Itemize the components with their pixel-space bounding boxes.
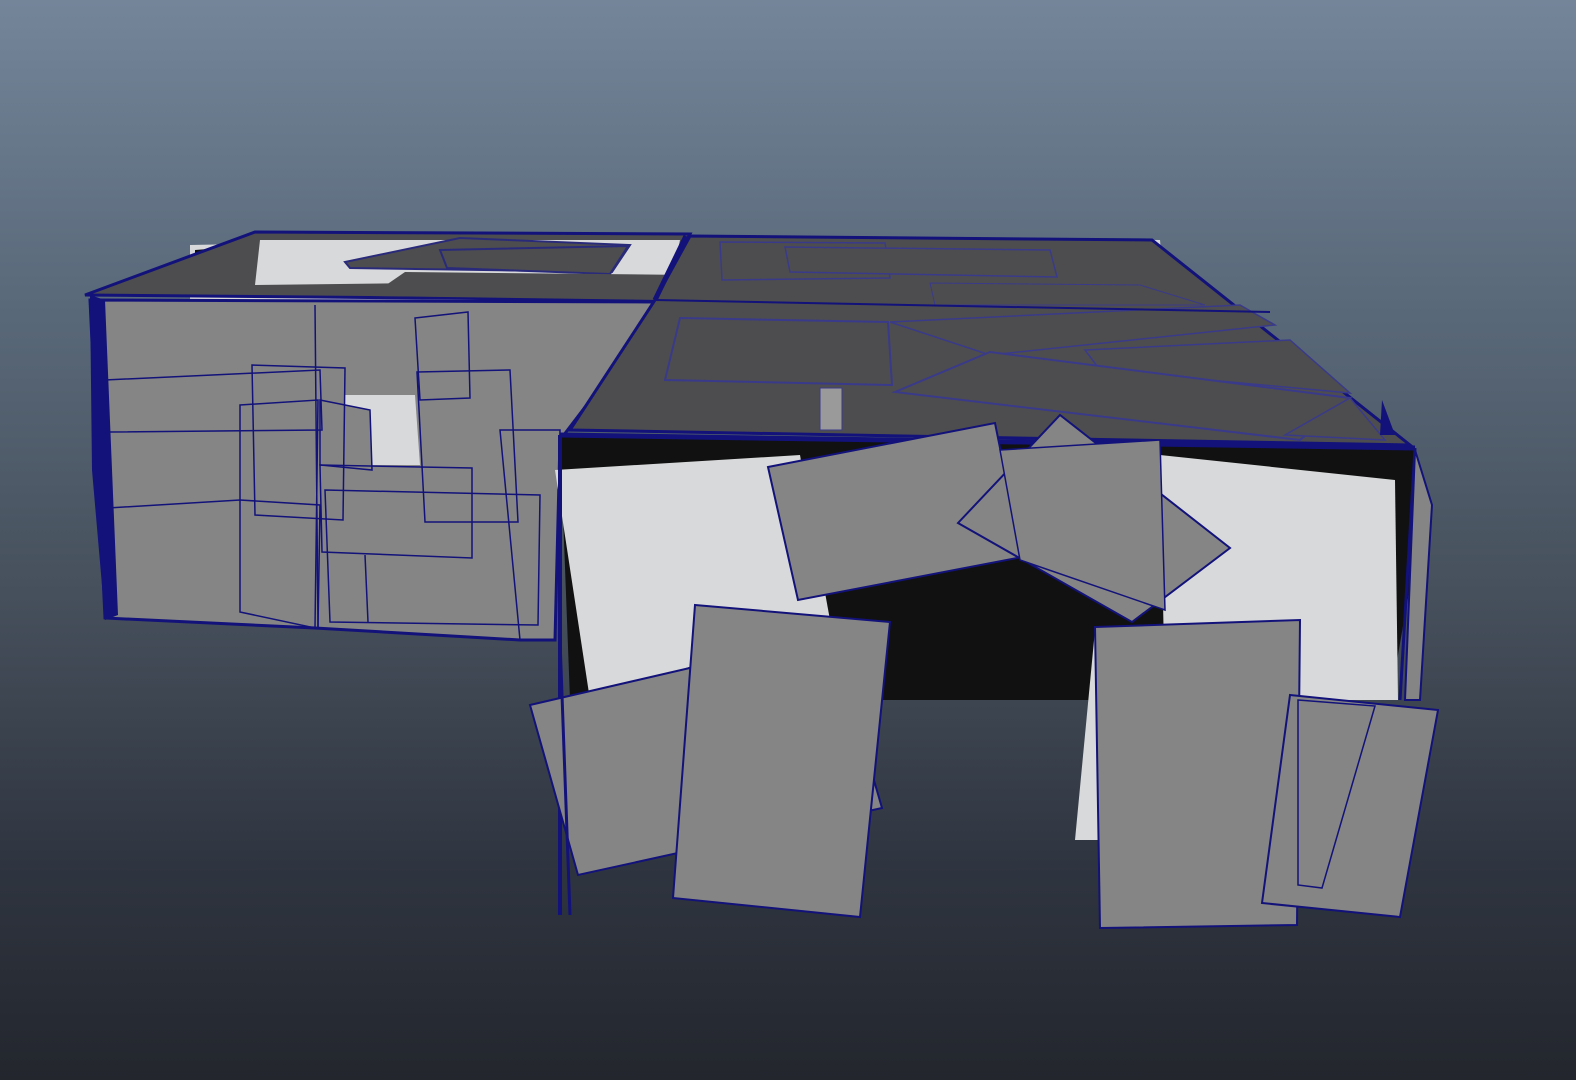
3d-viewport[interactable]: [0, 0, 1576, 1080]
right-block-roof: [567, 234, 1415, 447]
scene-canvas[interactable]: [0, 0, 1576, 1080]
left-block-roof: [84, 230, 693, 302]
